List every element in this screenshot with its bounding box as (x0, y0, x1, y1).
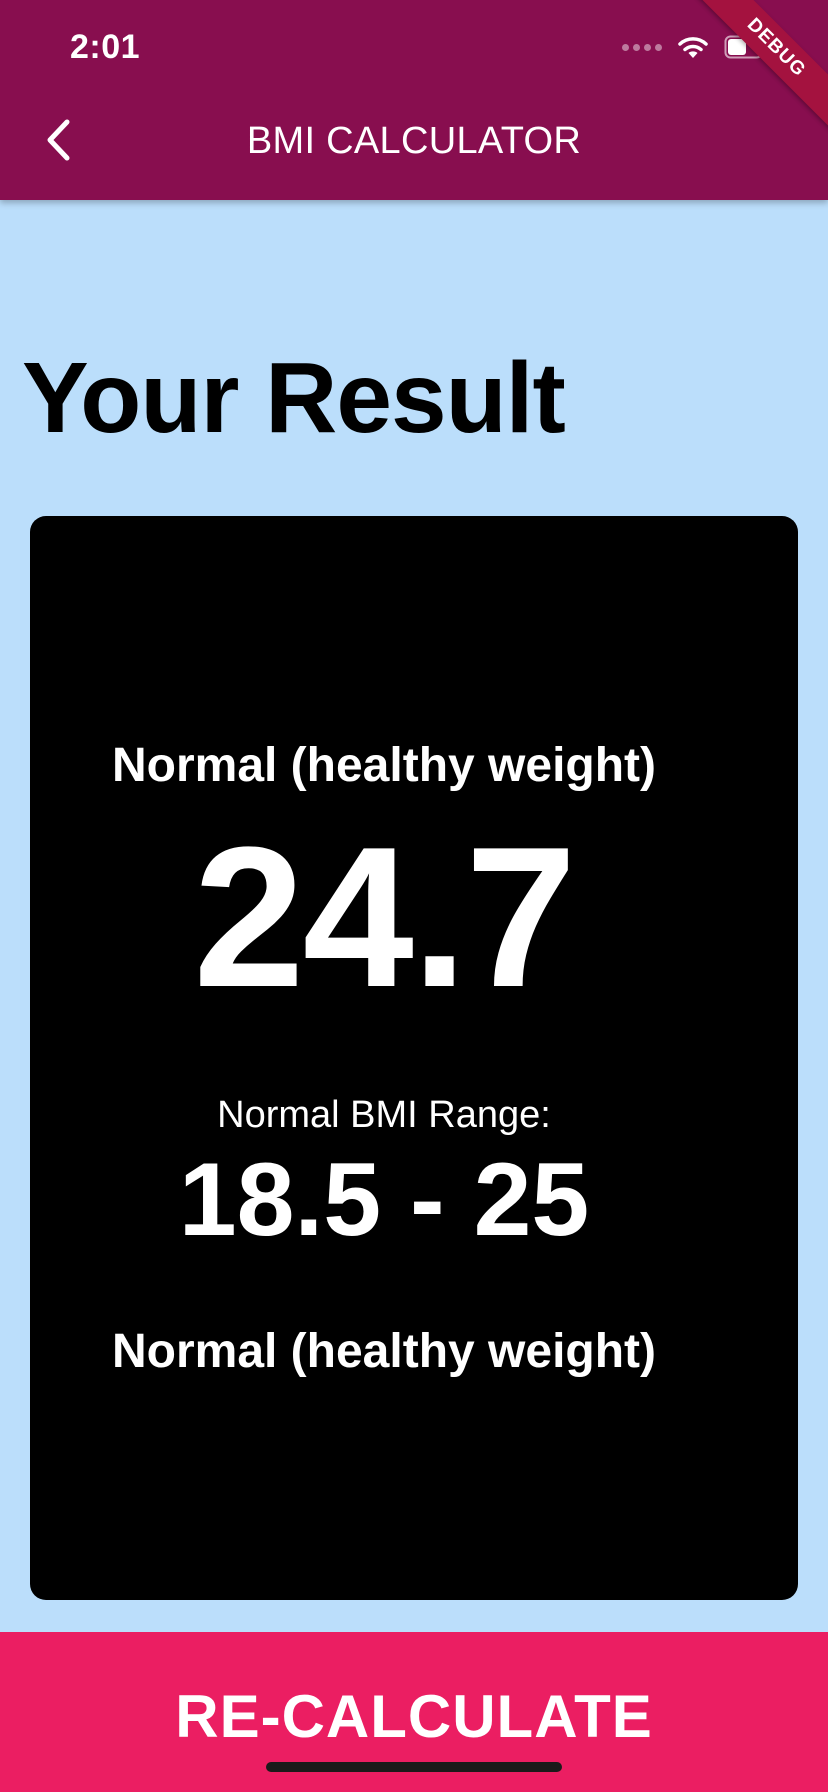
bmi-interpretation-text: Normal (healthy weight) (111, 1325, 657, 1378)
recalculate-label: RE-CALCULATE (175, 1683, 653, 1750)
page-title: Your Result (22, 342, 566, 454)
normal-range-label: Normal BMI Range: (217, 1094, 551, 1136)
debug-banner: DEBUG (685, 0, 828, 139)
normal-range-value: 18.5 - 25 (178, 1142, 590, 1258)
bmi-value: 24.7 (193, 806, 576, 1029)
wifi-icon (676, 34, 710, 60)
signal-icon (622, 43, 662, 51)
result-card (30, 516, 798, 1600)
home-indicator (266, 1762, 562, 1772)
app-bar-title: BMI CALCULATOR (246, 120, 582, 162)
app-bar: 2:01 BMI CALCULATOR DEBUG (0, 0, 828, 200)
status-time: 2:01 (70, 28, 141, 66)
bmi-status-text: Normal (healthy weight) (111, 739, 657, 792)
